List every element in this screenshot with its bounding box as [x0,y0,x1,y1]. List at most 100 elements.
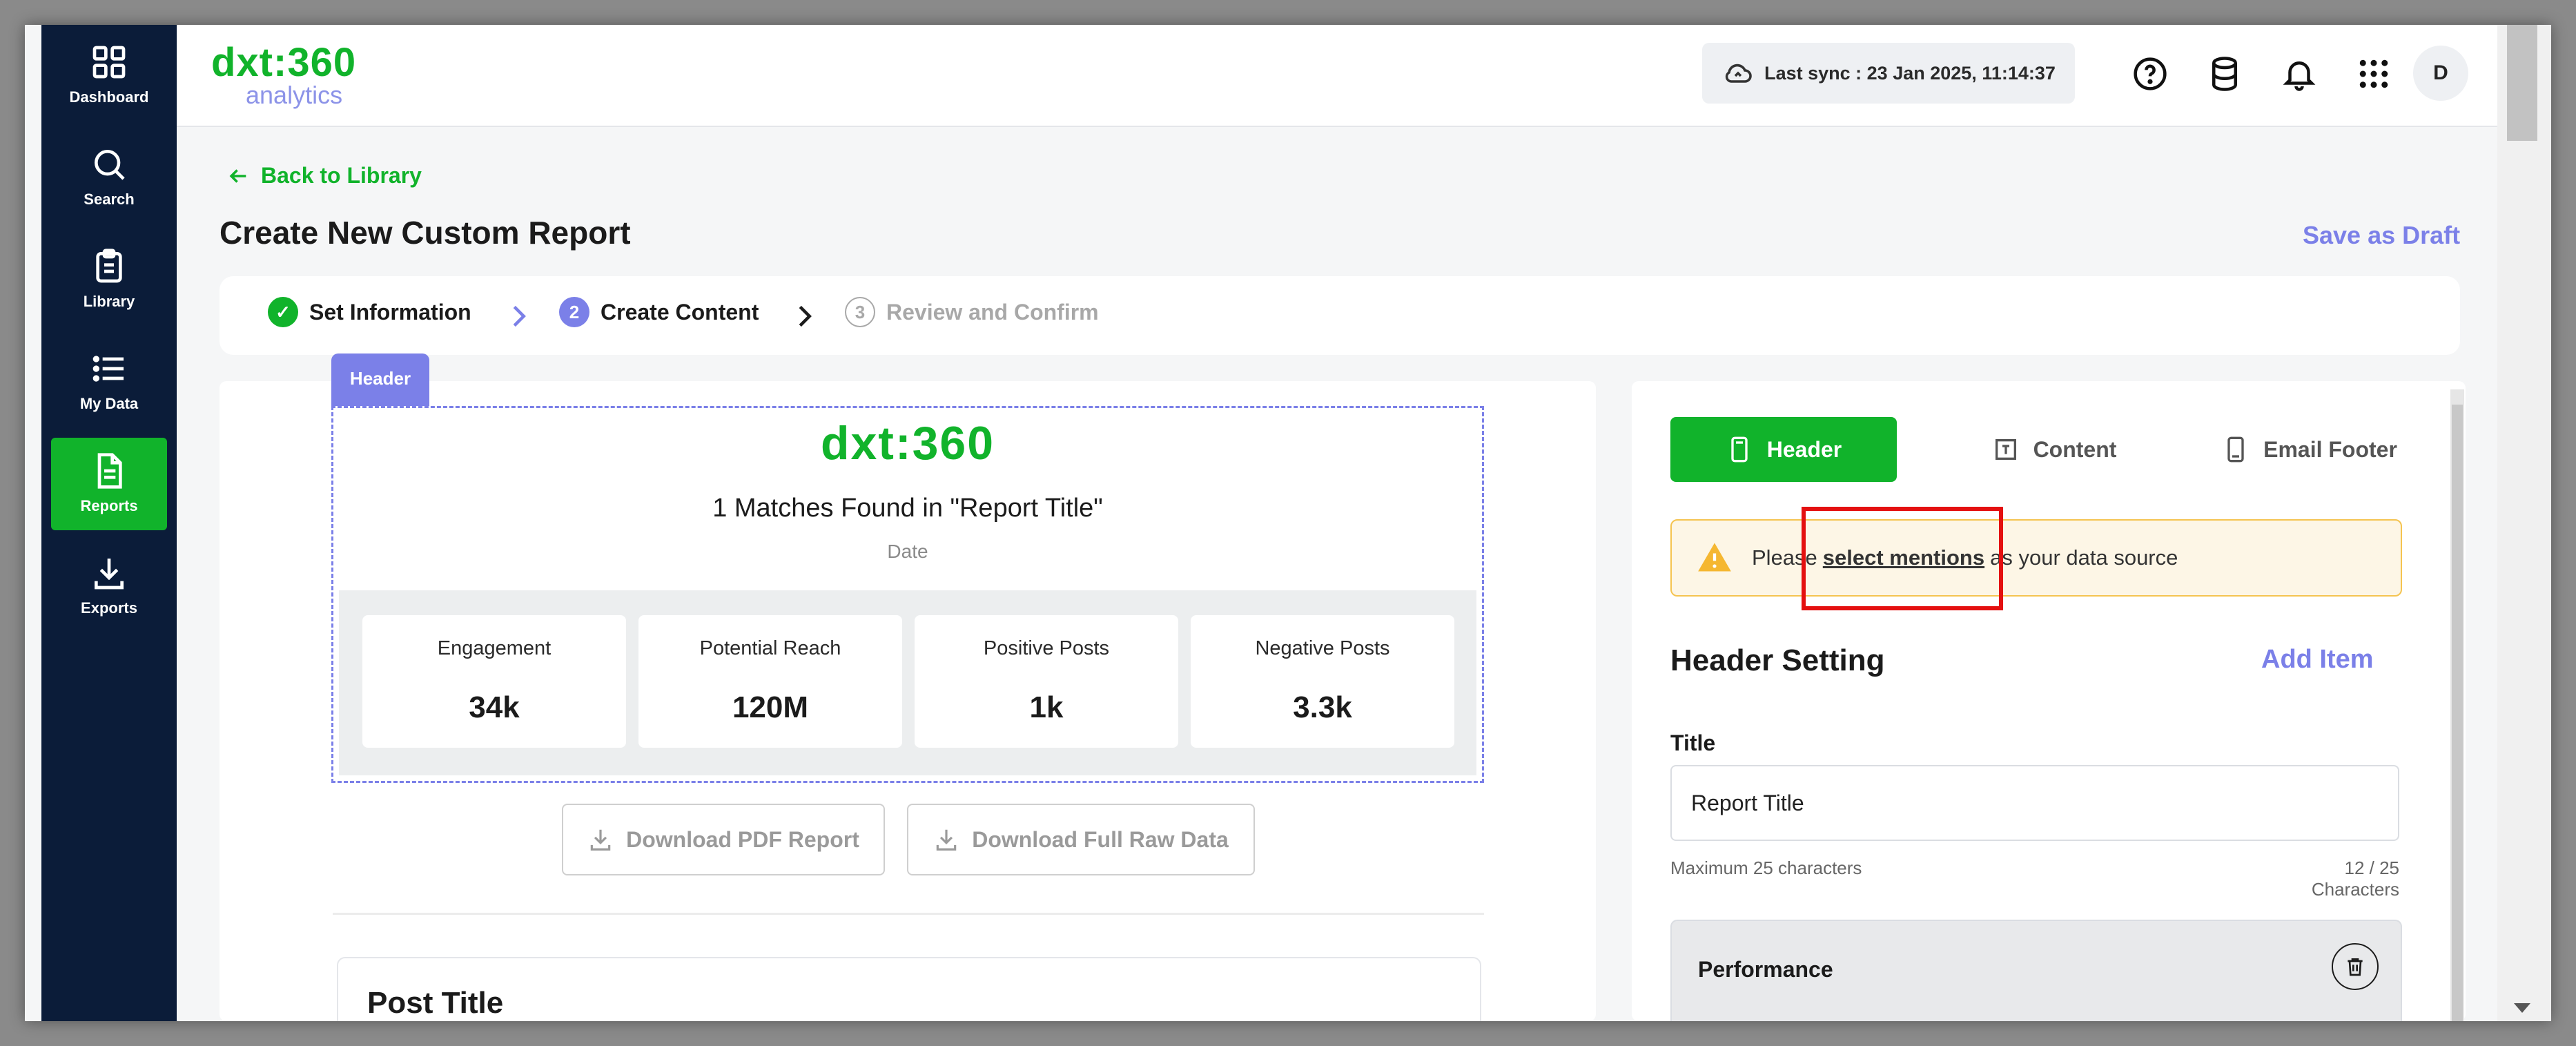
sidebar-item-label: Library [83,293,135,310]
progress-stepper: ✓ Set Information 2 Create Content 3 Rev… [219,276,2460,355]
list-icon [92,356,124,382]
bell-icon[interactable] [2281,55,2318,93]
step-create-content[interactable]: 2 Create Content [559,297,759,327]
logo-main-text: dxt:360 [211,40,357,85]
back-link-label: Back to Library [261,163,422,188]
top-bar: dxt:360 analytics Last sync : 23 Jan 202… [177,25,2497,127]
last-sync-badge: Last sync : 23 Jan 2025, 11:14:37 [1702,43,2075,104]
header-preview-block[interactable]: dxt:360 1 Matches Found in "Report Title… [331,406,1484,783]
step-set-information[interactable]: ✓ Set Information [268,297,471,327]
title-char-count: 12 / 25 Characters [2311,858,2399,900]
sidebar-item-label: Exports [81,599,137,617]
download-icon [936,829,957,851]
tab-header[interactable]: Header [1670,417,1897,482]
divider [333,913,1484,915]
alert-suffix: as your data source [1990,545,2178,570]
header-setting-title: Header Setting [1670,643,1885,677]
chevron-right-icon [799,305,812,327]
chevron-right-icon [513,305,526,327]
button-label: Download Full Raw Data [972,826,1229,852]
tab-label: Email Footer [2263,436,2397,462]
tab-label: Content [2033,436,2117,462]
add-item-button[interactable]: Add Item [2261,645,2374,675]
stat-card-positive-posts: Positive Posts 1k [915,615,1178,748]
delete-performance-button[interactable] [2332,943,2379,990]
download-pdf-report-button[interactable]: Download PDF Report [562,804,885,875]
stat-value: 3.3k [1293,690,1352,724]
sidebar-item-label: Reports [80,497,138,514]
step-label: Create Content [601,299,759,325]
performance-section[interactable]: Performance [1670,920,2402,1021]
post-card[interactable]: Post Title [337,957,1481,1021]
app-logo[interactable]: dxt:360 analytics [211,43,356,108]
stat-value: 1k [1029,690,1064,724]
stat-label: Negative Posts [1255,637,1390,659]
arrow-left-icon [229,168,246,183]
logo-sub-text: analytics [246,81,343,109]
download-icon [95,559,124,590]
settings-scrollbar-thumb[interactable] [2452,405,2463,1021]
report-logo: dxt:360 [820,417,995,469]
stat-value: 34k [469,690,520,724]
stat-label: Potential Reach [699,637,841,659]
help-icon[interactable] [2131,55,2169,93]
back-to-library-link[interactable]: Back to Library [226,163,422,188]
cloud-sync-icon [1725,64,1752,83]
stat-label: Positive Posts [983,637,1110,659]
title-field-label: Title [1670,730,1716,755]
search-icon [95,150,125,180]
download-icon [590,829,611,851]
scrollbar-thumb[interactable] [2507,25,2537,141]
sidebar-item-reports[interactable]: Reports [51,438,167,530]
sidebar-item-exports[interactable]: Exports [51,540,167,632]
title-max-hint: Maximum 25 characters [1670,858,1862,878]
data-source-alert: Please select mentions as your data sour… [1670,519,2402,597]
clipboard-icon [96,249,122,283]
title-input[interactable] [1670,765,2399,841]
sidebar-item-label: Dashboard [69,88,149,106]
apps-grid-icon[interactable] [2355,55,2392,93]
save-as-draft-button[interactable]: Save as Draft [2303,221,2460,250]
app-window: Dashboard Search Library My Data Reports… [25,25,2551,1021]
document-icon [97,453,122,489]
database-icon[interactable] [2206,55,2243,93]
stat-card-negative-posts: Negative Posts 3.3k [1191,615,1454,748]
sidebar-item-my-data[interactable]: My Data [51,336,167,428]
sidebar: Dashboard Search Library My Data Reports… [41,25,177,1021]
step-number: 3 [845,297,875,327]
scroll-down-arrow-icon[interactable] [2514,1003,2530,1013]
sidebar-item-dashboard[interactable]: Dashboard [51,29,167,122]
post-title: Post Title [367,986,504,1020]
sidebar-item-search[interactable]: Search [51,131,167,224]
stat-value: 120M [732,690,809,724]
stat-card-potential-reach: Potential Reach 120M [638,615,902,748]
step-label: Set Information [309,299,471,325]
sidebar-item-library[interactable]: Library [51,233,167,326]
matches-title: 1 Matches Found in "Report Title" [712,494,1103,523]
trash-icon [2348,958,2363,976]
stat-label: Engagement [437,637,552,659]
sidebar-item-label: My Data [79,395,139,412]
check-icon: ✓ [268,297,298,327]
tab-content[interactable]: Content [1951,417,2158,482]
header-section-tag[interactable]: Header [331,353,429,409]
tab-label: Header [1766,436,1842,462]
tab-email-footer[interactable]: Email Footer [2185,417,2434,482]
performance-label: Performance [1698,957,1833,982]
warning-icon [1698,543,1731,572]
highlight-box [1802,507,2003,610]
step-review-and-confirm[interactable]: 3 Review and Confirm [845,297,1099,327]
grid-icon [92,46,126,79]
stats-row: Engagement 34k Potential Reach 120M Posi… [339,590,1476,775]
page-scrollbar[interactable] [2497,25,2551,1021]
button-label: Download PDF Report [626,826,859,852]
report-date: Date [887,541,928,562]
last-sync-text: Last sync : 23 Jan 2025, 11:14:37 [1764,62,2056,84]
phone-icon [1731,436,1748,463]
avatar[interactable]: D [2413,46,2468,101]
phone-footer-icon [2227,436,2244,463]
step-number: 2 [559,297,589,327]
text-frame-icon [1995,439,2016,460]
sidebar-item-label: Search [84,191,135,208]
download-full-raw-data-button[interactable]: Download Full Raw Data [907,804,1255,875]
